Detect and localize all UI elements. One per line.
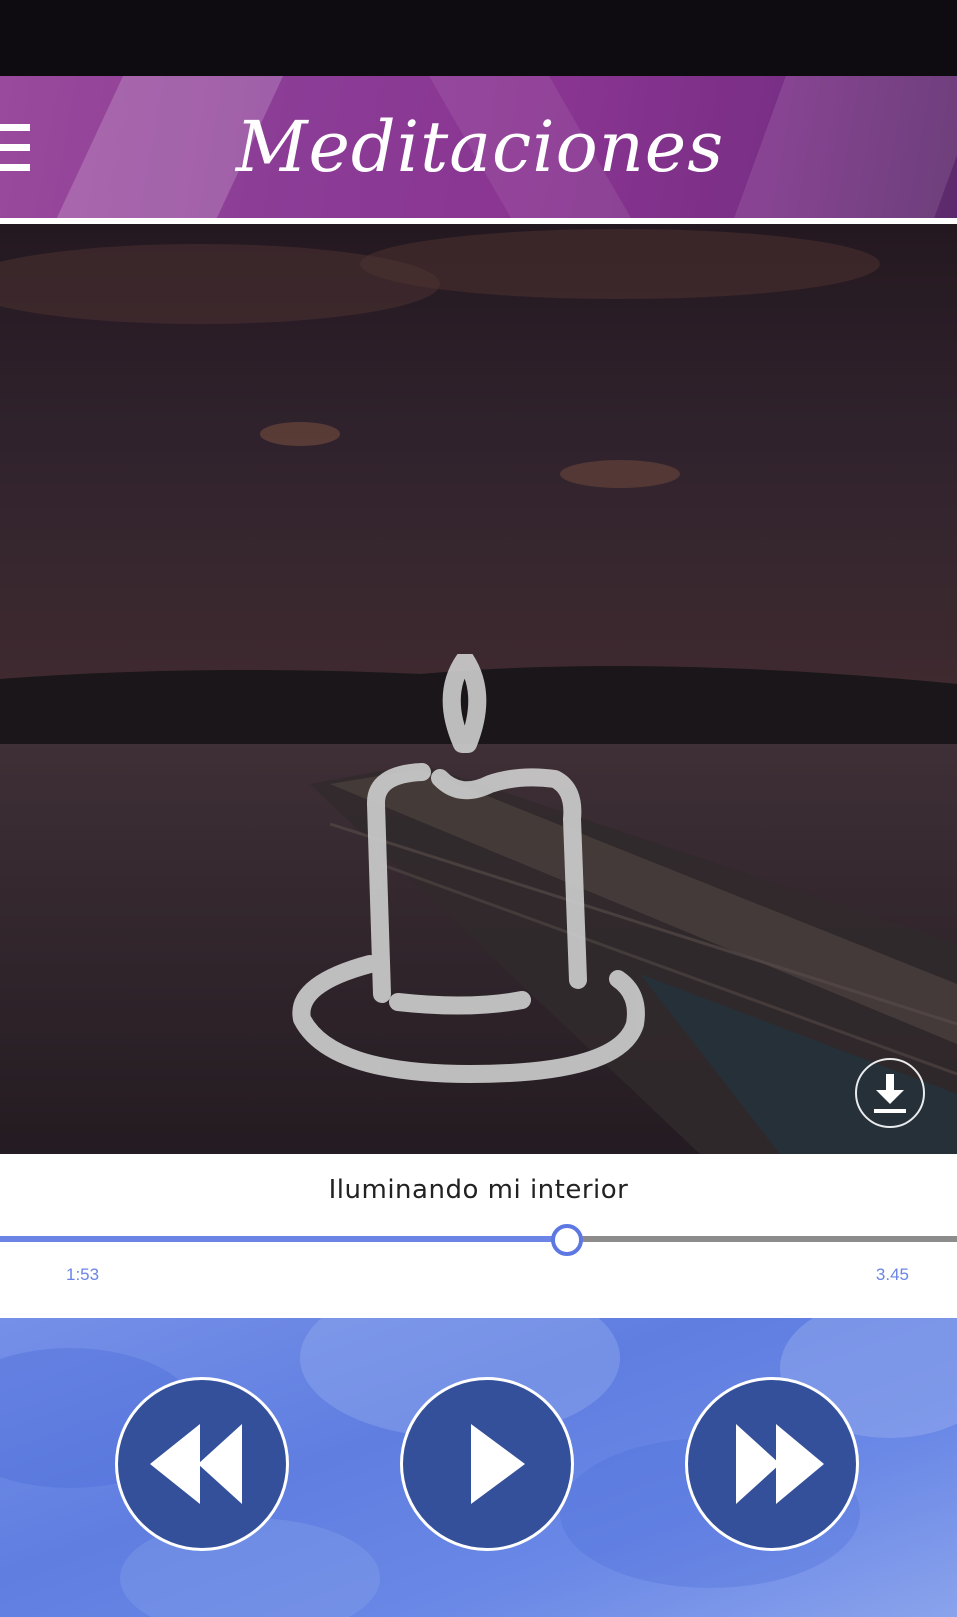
download-button[interactable] (855, 1058, 925, 1128)
hamburger-menu-icon (0, 124, 30, 131)
status-bar (0, 0, 957, 76)
elapsed-time: 1:53 (66, 1265, 100, 1284)
menu-button[interactable] (0, 124, 34, 174)
download-icon (874, 1074, 906, 1113)
progress-slider[interactable] (0, 1224, 957, 1256)
fast-forward-button[interactable] (685, 1377, 859, 1551)
total-time: 3.45 (875, 1265, 909, 1284)
track-title: Iluminando mi interior (328, 1175, 629, 1205)
progress-thumb[interactable] (550, 1224, 583, 1256)
candle-icon (292, 654, 645, 1083)
fast-forward-icon (736, 1424, 824, 1504)
play-icon (471, 1424, 525, 1504)
artwork-image (0, 224, 957, 1154)
progress-fill (0, 1236, 565, 1242)
rewind-icon (150, 1424, 242, 1504)
app-title: Meditaciones Guiadas (235, 106, 725, 298)
rewind-button[interactable] (115, 1377, 289, 1551)
play-button[interactable] (400, 1377, 574, 1551)
